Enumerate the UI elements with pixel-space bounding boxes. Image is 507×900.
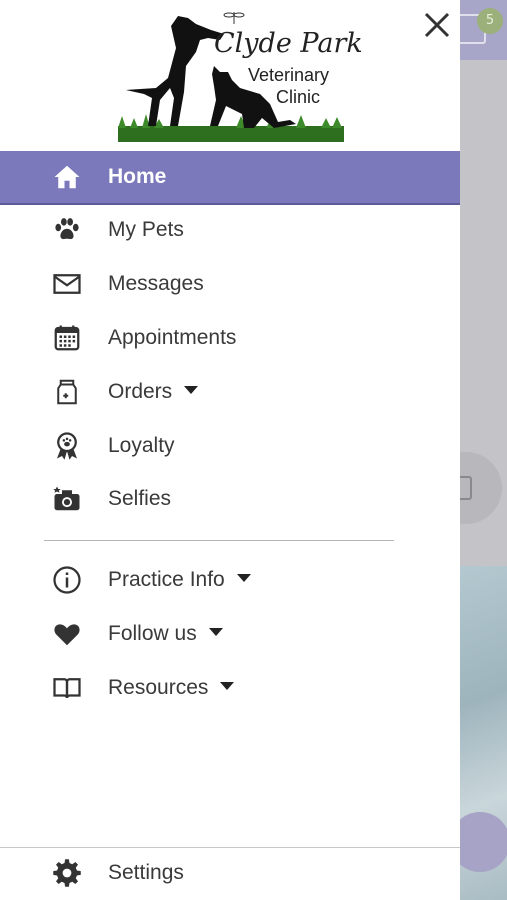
menu-item-label: Loyalty bbox=[108, 434, 175, 457]
logo-title: Clyde Park bbox=[214, 28, 363, 59]
envelope-icon bbox=[50, 267, 84, 301]
chevron-down-icon bbox=[220, 682, 235, 691]
chevron-down-icon bbox=[184, 386, 199, 395]
menu-item-selfies[interactable]: Selfies bbox=[0, 472, 460, 526]
menu-item-label: Selfies bbox=[108, 487, 172, 510]
close-icon bbox=[424, 12, 450, 38]
menu-item-appointments[interactable]: Appointments bbox=[0, 311, 460, 365]
menu-item-my-pets[interactable]: My Pets bbox=[0, 203, 460, 257]
info-icon bbox=[50, 563, 84, 597]
paw-icon bbox=[50, 213, 84, 247]
logo-subtitle-2: Clinic bbox=[276, 87, 321, 107]
menu-item-settings[interactable]: Settings bbox=[0, 846, 460, 900]
menu-item-label: Settings bbox=[108, 861, 184, 884]
background-food-bag-icon bbox=[460, 476, 472, 500]
calendar-icon bbox=[50, 321, 84, 355]
menu-item-messages[interactable]: Messages bbox=[0, 257, 460, 311]
menu-item-home[interactable]: Home bbox=[0, 151, 460, 205]
menu-item-label: My Pets bbox=[108, 218, 184, 241]
food-bag-icon bbox=[50, 375, 84, 409]
menu-item-label: Orders bbox=[108, 380, 173, 403]
menu-item-label: Messages bbox=[108, 272, 204, 295]
menu-item-practice-info[interactable]: Practice Info bbox=[0, 553, 460, 607]
award-ribbon-icon bbox=[50, 429, 84, 463]
menu-item-resources[interactable]: Resources bbox=[0, 661, 460, 715]
menu-item-label-with-caret: Orders bbox=[108, 380, 199, 404]
menu-item-follow-us[interactable]: Follow us bbox=[0, 607, 460, 661]
gear-icon bbox=[50, 856, 84, 890]
background-message-badge: 5 bbox=[477, 8, 503, 34]
menu-item-loyalty[interactable]: Loyalty bbox=[0, 419, 460, 473]
background-fab bbox=[460, 812, 507, 872]
home-icon bbox=[50, 160, 84, 194]
chevron-down-icon bbox=[208, 628, 223, 637]
menu-item-label: Follow us bbox=[108, 622, 197, 645]
chevron-down-icon bbox=[236, 574, 251, 583]
book-icon bbox=[50, 671, 84, 705]
menu-item-label: Practice Info bbox=[108, 568, 225, 591]
logo-subtitle-1: Veterinary bbox=[248, 65, 330, 85]
menu-item-label: Home bbox=[108, 165, 167, 188]
menu-item-orders[interactable]: Orders bbox=[0, 365, 460, 419]
menu-item-label-with-caret: Follow us bbox=[108, 622, 223, 646]
background-app: 5 bbox=[460, 0, 507, 900]
menu-item-label-with-caret: Resources bbox=[108, 676, 235, 700]
navigation-drawer: Clyde Park Veterinary Clinic Home My Pet… bbox=[0, 0, 460, 900]
camera-icon bbox=[50, 482, 84, 516]
menu-item-label: Resources bbox=[108, 676, 209, 699]
menu-divider bbox=[44, 540, 394, 541]
close-button[interactable] bbox=[420, 8, 454, 42]
heart-icon bbox=[50, 617, 84, 651]
menu-item-label-with-caret: Practice Info bbox=[108, 568, 251, 592]
menu-item-label: Appointments bbox=[108, 326, 237, 349]
